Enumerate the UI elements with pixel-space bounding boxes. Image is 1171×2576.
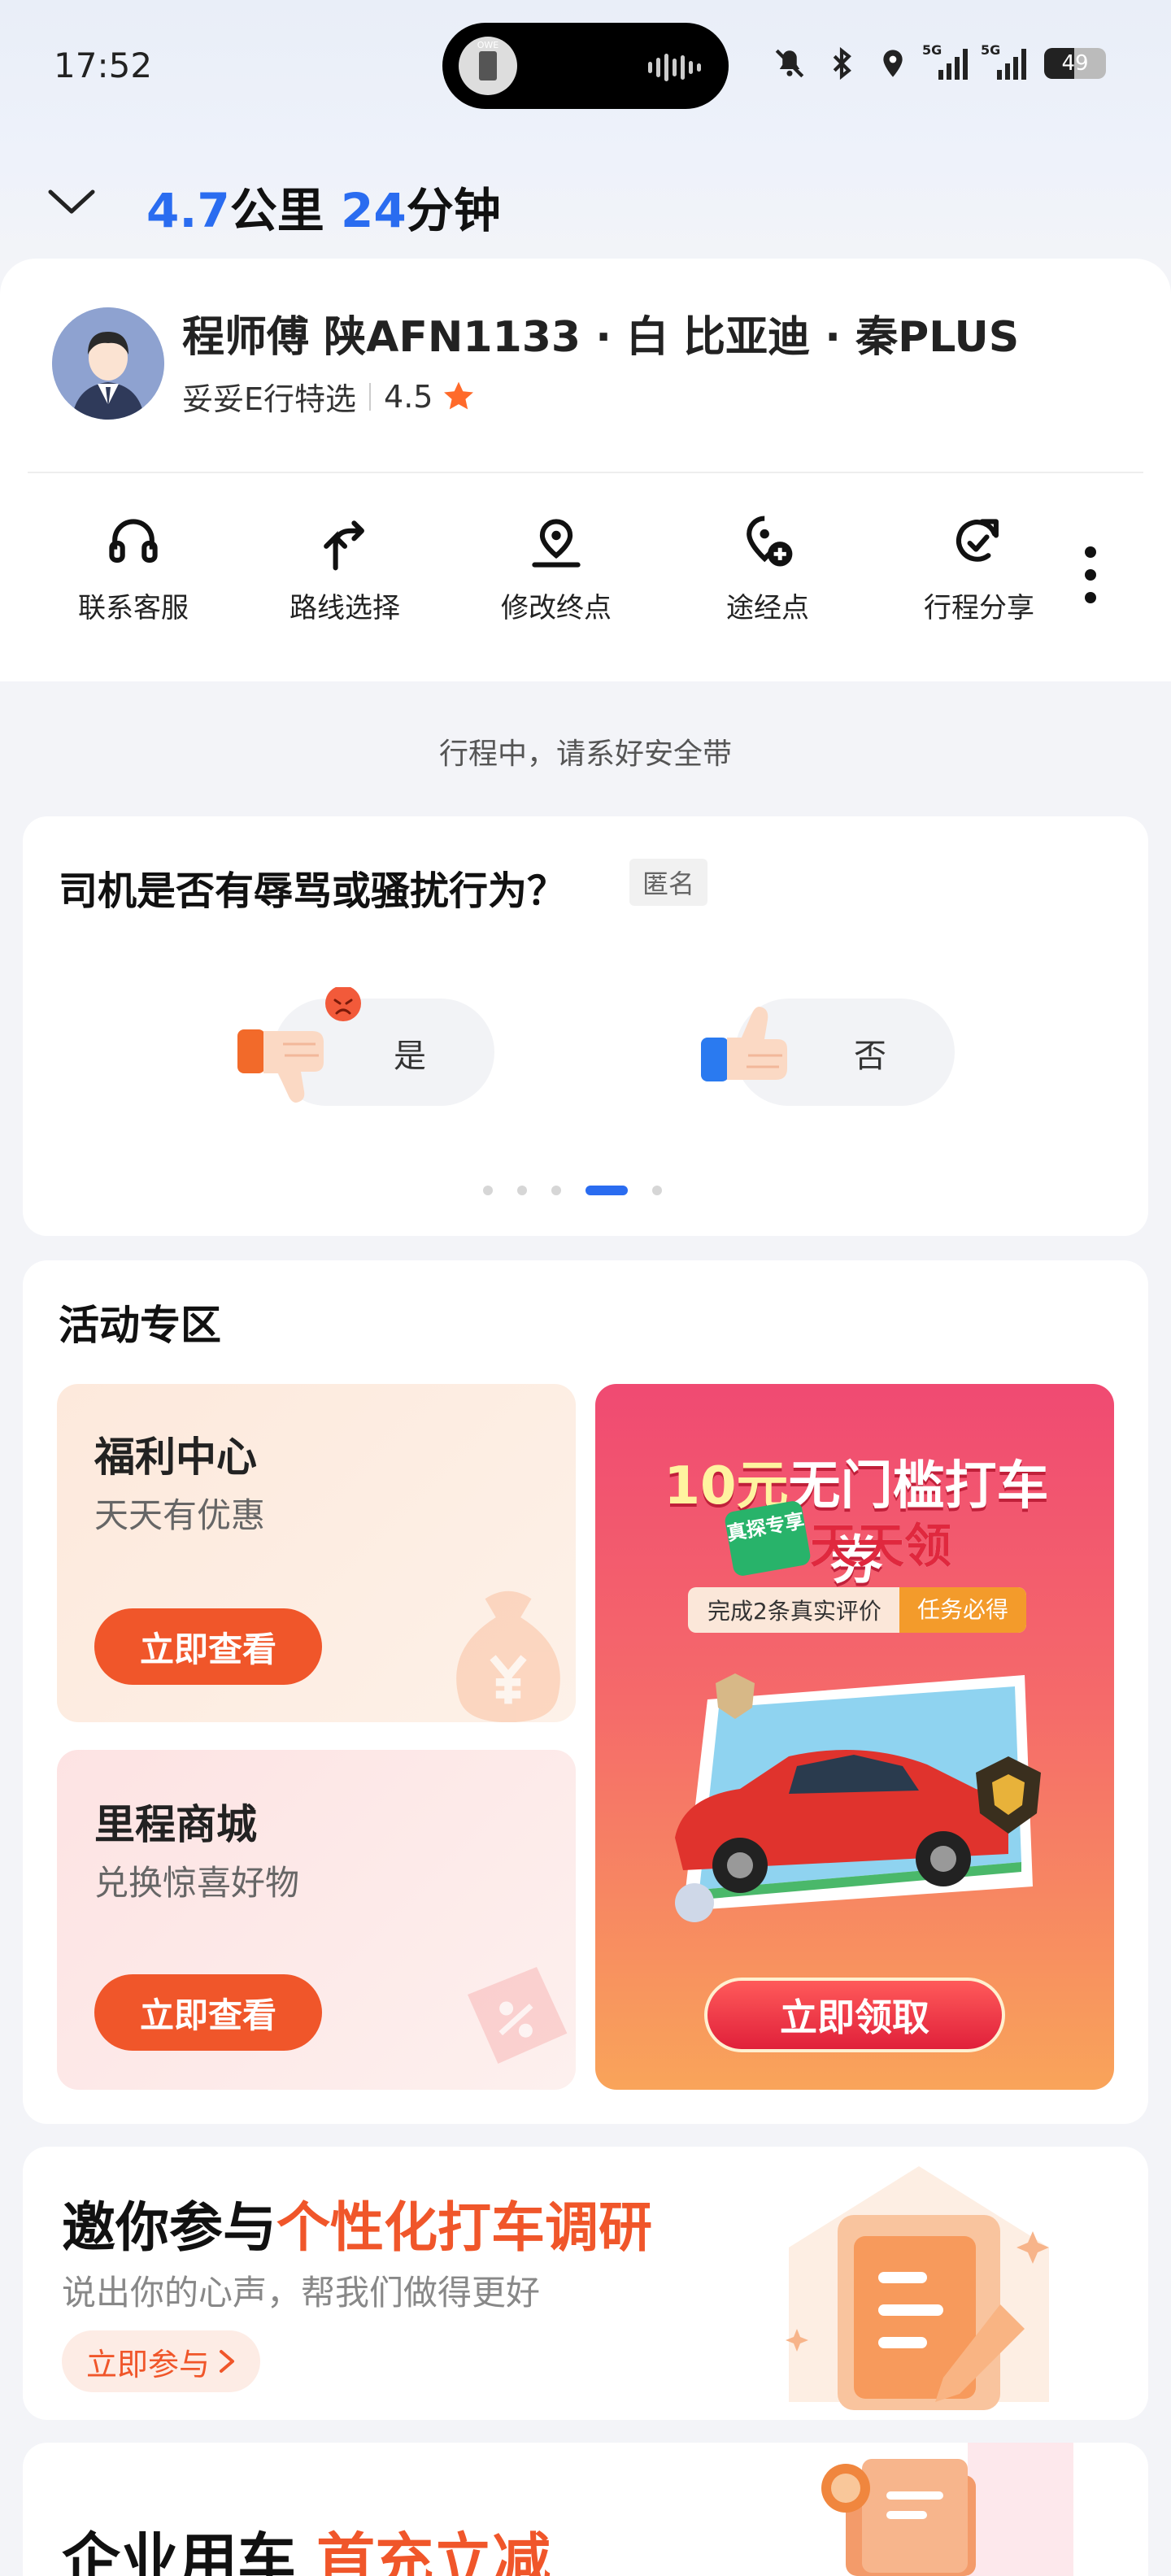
thumbs-down-icon [237, 987, 361, 1103]
vote-no-label: 否 [854, 1038, 886, 1075]
coupon-task-desc: 完成2条真实评价 [707, 1598, 882, 1625]
welfare-title: 福利中心 [94, 1434, 257, 1481]
action-label: 联系客服 [78, 592, 189, 624]
mall-title: 里程商城 [94, 1801, 257, 1848]
bluetooth-icon [833, 46, 851, 80]
time-unit: 分钟 [406, 183, 501, 238]
action-label: 修改终点 [501, 592, 612, 624]
status-icons: 5G 5G 49 [773, 39, 1106, 88]
thumbs-up-icon [701, 1007, 787, 1081]
coupon-task-tag: 任务必得 [899, 1587, 1026, 1633]
car-illustration [675, 1673, 1041, 1922]
action-label: 行程分享 [924, 592, 1034, 624]
trip-summary: 4.7公里 24分钟 [146, 172, 501, 241]
location-icon [883, 50, 903, 77]
star-icon [444, 381, 474, 409]
vote-yes-label: 是 [394, 1038, 426, 1075]
share-trip-button[interactable]: 行程分享 [873, 512, 1085, 625]
battery-level: 49 [1061, 51, 1089, 76]
coupon-task-row: 完成2条真实评价 任务必得 [688, 1587, 1026, 1633]
more-options-icon[interactable] [1070, 546, 1111, 603]
share-trip-icon [956, 519, 999, 562]
enterprise-title-b: 首充立减 [316, 2526, 551, 2576]
chevron-right-icon [220, 2350, 235, 2373]
distance-value: 4.7 [146, 183, 230, 238]
anonymous-badge: 匿名 [629, 859, 708, 906]
status-time: 17:52 [54, 46, 153, 85]
safety-tip: 行程中，请系好安全带 [438, 738, 732, 771]
survey-question: 司机是否有辱骂或骚扰行为？ [59, 868, 567, 914]
carousel-dots [483, 1186, 662, 1195]
audio-wave-icon [648, 54, 701, 81]
battery-icon: 49 [1044, 48, 1106, 79]
carousel-dot[interactable] [551, 1186, 561, 1195]
media-thumbnail: OWE [459, 37, 517, 95]
carousel-dot-active[interactable] [586, 1186, 628, 1195]
driver-service-row: 妥妥E行特选 4.5 [182, 374, 477, 419]
coupon-daily: 天天领 [810, 1518, 952, 1573]
dynamic-island[interactable]: OWE [442, 23, 729, 109]
distance-unit: 公里 [229, 183, 324, 238]
research-title-b: 个性化打车调研 [276, 2196, 652, 2259]
research-title: 邀你参与个性化打车调研 [62, 2184, 652, 2262]
join-research-label: 立即参与 [86, 2346, 211, 2382]
waypoint-add-icon [747, 516, 793, 567]
headset-icon [109, 519, 158, 563]
research-subtitle: 说出你的心声，帮我们做得更好 [62, 2273, 541, 2313]
signal-icon: 5G [922, 42, 968, 80]
time-value: 24 [340, 183, 407, 238]
carousel-dot[interactable] [517, 1186, 527, 1195]
carousel-dot[interactable] [652, 1186, 662, 1195]
divider [369, 382, 372, 411]
claim-coupon-button[interactable]: 立即领取 [704, 1978, 1005, 2052]
driver-avatar[interactable] [52, 307, 164, 420]
card-divider [28, 472, 1143, 473]
action-label: 路线选择 [289, 592, 400, 624]
enterprise-title-a: 企业用车 [62, 2526, 317, 2576]
exclusive-badge: 真探专享 [723, 1499, 812, 1577]
driver-rating: 4.5 [384, 378, 433, 415]
action-bar: 联系客服 路线选择 修改终点 途经点 行程分享 [28, 512, 1143, 625]
mall-subtitle: 兑换惊喜好物 [94, 1863, 300, 1903]
join-research-button[interactable]: 立即参与 [62, 2330, 261, 2392]
waypoint-button[interactable]: 途经点 [662, 512, 873, 625]
welfare-center-tile[interactable]: 福利中心 天天有优惠 立即查看 [57, 1384, 576, 1722]
gift-coin-illustration [821, 2443, 1073, 2576]
welfare-subtitle: 天天有优惠 [94, 1495, 266, 1535]
edit-destination-button[interactable]: 修改终点 [451, 512, 662, 625]
contact-service-button[interactable]: 联系客服 [28, 512, 239, 625]
media-brand: OWE [477, 40, 499, 50]
signal-icon-2: 5G [981, 42, 1026, 80]
action-label: 途经点 [726, 592, 809, 624]
coupon-ticket-icon [468, 1967, 568, 2064]
mileage-mall-tile[interactable]: 里程商城 兑换惊喜好物 立即查看 [57, 1750, 576, 2090]
research-title-a: 邀你参与 [62, 2196, 276, 2259]
route-icon [324, 520, 364, 571]
activity-zone-title: 活动专区 [59, 1302, 221, 1349]
welfare-view-button[interactable]: 立即查看 [94, 1608, 322, 1685]
mall-view-button[interactable]: 立即查看 [94, 1974, 322, 2051]
mute-bell-icon [775, 49, 804, 78]
route-select-button[interactable]: 路线选择 [239, 512, 451, 625]
chevron-down-icon[interactable] [47, 185, 96, 218]
driver-vehicle-info: 程师傅 陕AFN1133 · 白 比亚迪 · 秦PLUS [182, 313, 1020, 362]
money-bag-icon [456, 1590, 560, 1722]
enterprise-title: 企业用车 首充立减 [62, 2513, 551, 2576]
carousel-dot[interactable] [483, 1186, 493, 1195]
survey-document-illustration [786, 2166, 1049, 2410]
edit-destination-icon [532, 519, 581, 568]
service-tier: 妥妥E行特选 [182, 381, 357, 417]
